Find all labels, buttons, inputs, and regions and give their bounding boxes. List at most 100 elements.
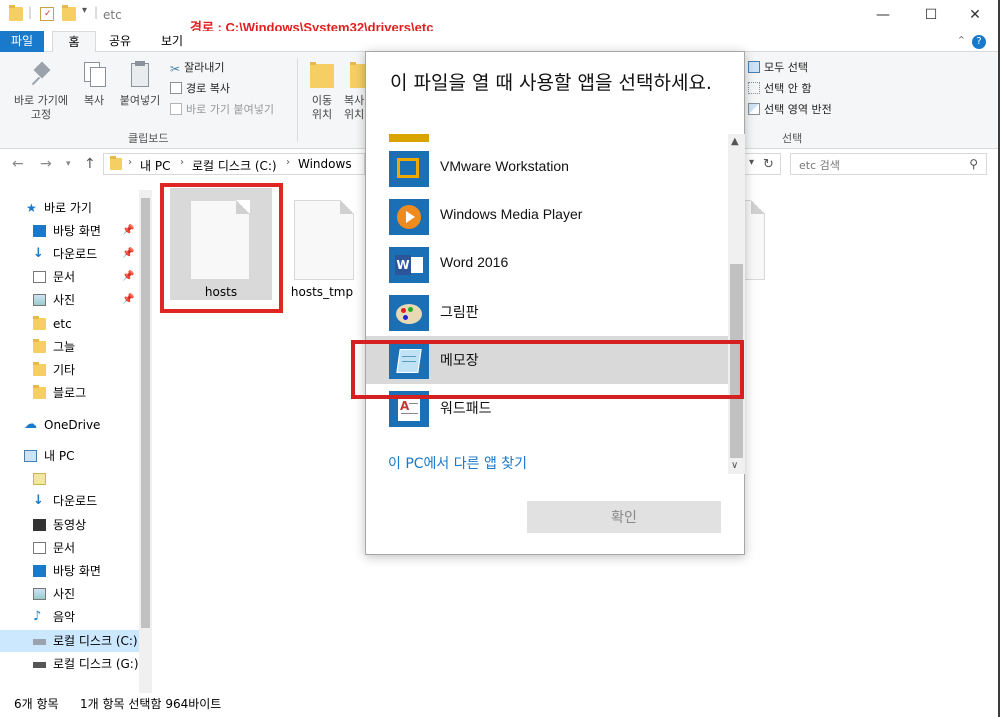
pin-quick-access-label: 바로 가기에 고정 [13,94,69,121]
sidebar-onedrive[interactable]: ☁ OneDrive [0,414,140,436]
pin-icon [27,60,55,88]
paste-shortcut-label: 바로 가기 붙여넣기 [186,103,274,116]
sidebar-quick-access[interactable]: ★ 바로 가기 [0,197,140,219]
back-arrow-icon[interactable]: ← [12,156,24,172]
breadcrumb-chevron-icon: › [128,157,132,168]
sidebar-pc-documents[interactable]: 문서 [0,537,140,559]
app-name: VMware Workstation [440,158,569,174]
app-item-media-player[interactable]: Windows Media Player [366,192,728,240]
pictures-icon [33,588,46,600]
navigation-pane: ★ 바로 가기 바탕 화면 📌 ↓ 다운로드 📌 문서 📌 사진 📌 etc 그… [0,190,152,693]
quick-access-label: 바로 가기 [44,201,92,215]
copy-button[interactable]: 복사 [78,60,110,108]
paste-shortcut-button[interactable]: 바로 가기 붙여넣기 [170,102,274,118]
app-item-vmware[interactable]: VMware Workstation [366,144,728,192]
copy-to-label: 복사 위치 [344,94,365,121]
scroll-up-icon[interactable]: ▲ [731,136,739,147]
address-bar[interactable]: › 내 PC › 로컬 디스크 (C:) › Windows [103,153,365,175]
app-list-scrollbar[interactable]: ▲ ∨ [728,134,745,474]
breadcrumb-local-disk[interactable]: 로컬 디스크 (C:) [192,157,277,174]
app-item-word[interactable]: W Word 2016 [366,240,728,288]
sidebar-item-label: 사진 [53,293,76,307]
select-all-button[interactable]: 모두 선택 [748,60,808,76]
sidebar-item-label: 사진 [53,587,76,601]
sidebar-item-misc[interactable]: 기타 [0,359,140,381]
status-selection: 1개 항목 선택함 964바이트 [80,697,222,711]
select-all-icon [748,61,760,73]
move-to-button[interactable]: 이동 위치 [302,60,342,122]
sidebar-item-documents[interactable]: 문서 📌 [0,266,140,288]
chevron-up-icon[interactable]: ⌃ [957,34,966,47]
forward-arrow-icon[interactable]: → [40,156,52,172]
sidebar-item-blog[interactable]: 블로그 [0,382,140,404]
hosts-highlight-box [160,183,283,313]
app-name: Word 2016 [440,254,509,270]
properties-icon[interactable]: ✓ [40,7,54,21]
sidebar-this-pc[interactable]: 내 PC [0,445,140,467]
tab-home[interactable]: 홈 [52,31,96,53]
recent-locations-icon[interactable]: ▾ [66,159,71,169]
select-none-button[interactable]: 선택 안 함 [748,81,811,97]
paste-button[interactable]: 붙여넣기 [114,60,166,108]
sidebar-item-etc[interactable]: etc [0,313,140,335]
notepad-highlight-box [351,340,744,399]
sidebar-item-label: 기타 [53,363,76,377]
chevron-down-icon: ▾ [749,157,755,168]
breadcrumb-windows[interactable]: Windows [298,157,352,171]
sidebar-pc-videos[interactable]: 동영상 [0,514,140,536]
sidebar-pc-music[interactable]: ♪ 음악 [0,606,140,628]
window-title: etc [103,8,122,22]
copy-path-button[interactable]: 경로 복사 [170,81,230,97]
minimize-button[interactable]: — [860,4,906,26]
sidebar-pc-local-disk-c[interactable]: 로컬 디스크 (C:) [0,630,140,652]
app-name: 워드패드 [440,400,492,416]
app-name: Windows Media Player [440,206,583,222]
sidebar-pc-unnamed[interactable] [0,468,140,490]
file-item-hosts-tmp[interactable]: hosts_tmp [272,188,372,308]
sidebar-item-label: 블로그 [53,386,87,400]
breadcrumb-this-pc[interactable]: 내 PC [140,157,170,174]
sidebar-pc-local-disk-g[interactable]: 로컬 디스크 (G:) [0,653,140,675]
new-folder-icon[interactable] [62,5,76,21]
sidebar-scroll-thumb[interactable] [141,198,150,628]
file-name: hosts_tmp [290,285,354,299]
pin-icon: 📌 [122,248,135,259]
copy-icon [80,60,108,88]
sidebar-item-desktop[interactable]: 바탕 화면 📌 [0,220,140,242]
tab-file[interactable]: 파일 [0,31,44,52]
search-placeholder: etc 검색 [799,159,840,172]
pin-quick-access-button[interactable]: 바로 가기에 고정 [6,60,76,122]
copy-to-button[interactable]: 복사 위치 [344,60,366,122]
search-input[interactable]: etc 검색 ⚲ [790,153,987,175]
sidebar-pc-pictures[interactable]: 사진 [0,583,140,605]
refresh-icon[interactable]: ↻ [763,157,774,172]
word-icon: W [389,247,429,283]
pictures-icon [33,294,46,306]
cut-button[interactable]: ✂ 잘라내기 [170,60,225,76]
sidebar-item-pictures[interactable]: 사진 📌 [0,289,140,311]
help-icon[interactable]: ? [972,35,986,49]
sidebar-item-label: 바탕 화면 [53,564,101,578]
vmware-icon [389,151,429,187]
invert-selection-button[interactable]: 선택 영역 반전 [748,102,832,118]
close-button[interactable]: ✕ [952,4,998,26]
app-list: VMware Workstation Windows Media Player … [366,134,728,474]
chevron-down-icon[interactable]: ∨ [731,460,738,471]
sidebar-scrollbar[interactable] [139,190,152,693]
sidebar-pc-downloads[interactable]: ↓ 다운로드 [0,490,140,512]
app-item-paint[interactable]: 그림판 [366,288,728,336]
sidebar-item-label: 문서 [53,541,76,555]
this-pc-label: 내 PC [44,449,75,463]
tab-view[interactable]: 보기 [150,31,194,52]
up-arrow-icon[interactable]: ↑ [84,156,96,172]
copy-label: 복사 [83,94,105,107]
ok-button[interactable]: 확인 [527,501,721,533]
sidebar-item-shade[interactable]: 그늘 [0,336,140,358]
maximize-button[interactable]: ☐ [908,4,954,26]
folder-icon [33,385,46,399]
sidebar-item-downloads[interactable]: ↓ 다운로드 📌 [0,243,140,265]
music-icon: ♪ [33,609,42,624]
find-other-app-link[interactable]: 이 PC에서 다른 앱 찾기 [388,453,527,473]
tab-share[interactable]: 공유 [100,31,140,52]
sidebar-pc-desktop[interactable]: 바탕 화면 [0,560,140,582]
